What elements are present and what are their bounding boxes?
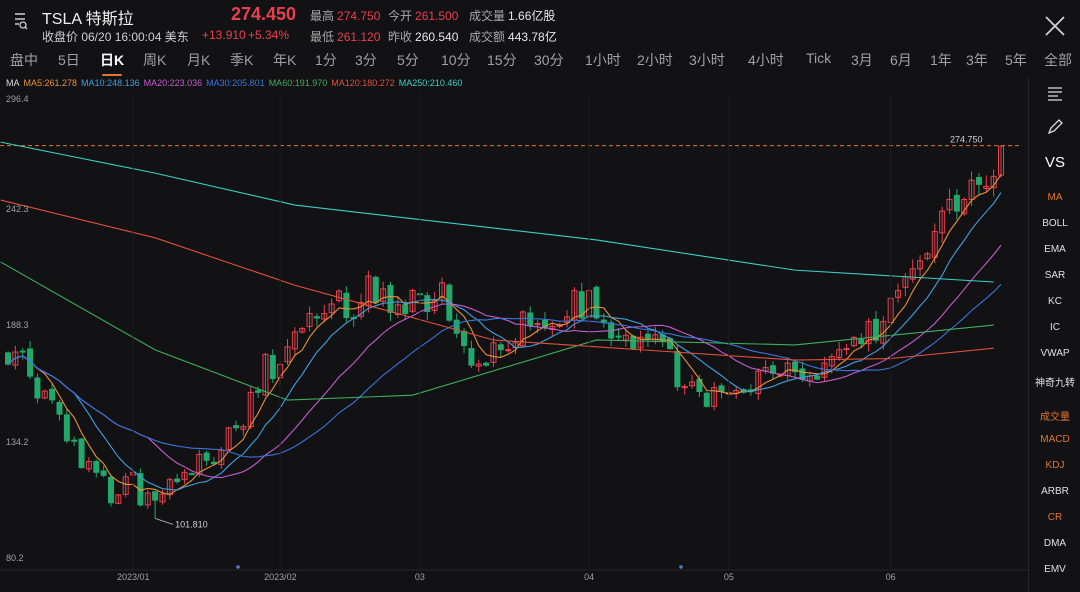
candle-down — [387, 285, 394, 313]
candle-down — [269, 354, 276, 380]
ma120-line — [0, 199, 994, 361]
event-dot — [679, 565, 683, 569]
indicator-11[interactable]: KDJ — [1029, 460, 1080, 471]
ma60-line — [0, 261, 994, 401]
indicator-15[interactable]: EMV — [1029, 564, 1080, 575]
candle-up — [843, 348, 850, 351]
indicator-3[interactable]: EMA — [1029, 244, 1080, 255]
candle-down — [483, 362, 490, 366]
x-axis-label: 03 — [414, 572, 425, 582]
low-marker-leader — [154, 517, 174, 525]
indicator-9[interactable]: 成交量 — [1029, 408, 1080, 423]
candle-down — [93, 461, 100, 473]
x-axis-label: 2023/01 — [117, 572, 150, 582]
candle-down — [49, 388, 56, 401]
y-axis-label: 134.2 — [6, 436, 29, 447]
candle-down — [674, 351, 681, 388]
candle-down — [718, 385, 725, 392]
candle-down — [313, 316, 320, 319]
candle-down — [593, 286, 600, 319]
indicator-sidebar: VS MA BOLL EMA SAR KC IC VWAP 神奇九转成交量 MACD KDJ ARBR… — [1028, 78, 1080, 592]
candle-down — [152, 491, 159, 501]
indicator-12[interactable]: ARBR — [1029, 486, 1080, 497]
y-axis-label: 188.3 — [6, 320, 29, 330]
candle-down — [703, 392, 710, 407]
candlestick-chart[interactable]: 274.750 101.810 — [0, 0, 1028, 592]
indicator-8[interactable]: 神奇九转 — [1029, 374, 1080, 389]
list-icon[interactable] — [1029, 84, 1080, 102]
candle-down — [34, 377, 41, 399]
ma250-line — [0, 141, 994, 283]
candle-down — [497, 344, 504, 351]
candle-down — [630, 335, 637, 350]
candle-down — [56, 401, 63, 415]
candle-down — [100, 470, 107, 476]
candle-down — [174, 478, 181, 483]
indicator-13[interactable]: CR — [1029, 512, 1080, 523]
candle-down — [19, 350, 26, 353]
candle-down — [644, 333, 651, 340]
y-axis-label: 242.3 — [6, 203, 29, 214]
ma20-line — [7, 244, 1002, 479]
indicator-14[interactable]: DMA — [1029, 538, 1080, 549]
candle-down — [255, 390, 262, 393]
candle-down — [188, 473, 195, 476]
indicator-6[interactable]: IC — [1029, 322, 1080, 333]
x-axis-label: 06 — [885, 572, 896, 582]
candle-down — [453, 319, 460, 334]
candle-down — [461, 330, 468, 347]
candle-down — [858, 338, 865, 345]
x-axis-label: 2023/02 — [264, 572, 297, 582]
candle-down — [71, 439, 78, 442]
candle-down — [63, 414, 70, 442]
x-axis-label: 05 — [723, 572, 734, 582]
candle-down — [402, 304, 409, 314]
candle-down — [78, 438, 85, 469]
candle-down — [107, 476, 114, 504]
close-icon[interactable] — [1043, 14, 1067, 38]
tab-23[interactable]: 全部 — [1044, 50, 1072, 70]
candle-down — [343, 292, 350, 319]
indicator-7[interactable]: VWAP — [1029, 348, 1080, 359]
y-axis-label: 296.4 — [6, 94, 29, 104]
candle-down — [975, 176, 982, 185]
candle-down — [372, 276, 379, 303]
indicator-10[interactable]: MACD — [1029, 434, 1080, 445]
candle-up — [505, 349, 512, 352]
candle-down — [203, 452, 210, 461]
y-axis-label: 80.2 — [6, 553, 24, 563]
candle-down — [953, 194, 960, 212]
event-dot — [236, 565, 240, 569]
pencil-icon[interactable] — [1029, 116, 1080, 136]
ma30-line — [7, 283, 1002, 458]
indicator-0[interactable]: VS — [1029, 154, 1080, 171]
candle-down — [814, 375, 821, 380]
candle-down — [615, 335, 622, 338]
low-marker-label: 101.810 — [175, 519, 208, 529]
indicator-5[interactable]: KC — [1029, 296, 1080, 307]
indicator-4[interactable]: SAR — [1029, 270, 1080, 281]
indicator-1[interactable]: MA — [1029, 192, 1080, 203]
x-axis-label: 04 — [584, 572, 595, 582]
indicator-2[interactable]: BOLL — [1029, 218, 1080, 229]
candle-down — [527, 312, 534, 327]
high-marker-label: 274.750 — [950, 135, 983, 145]
candle-down — [233, 425, 240, 429]
candle-down — [468, 348, 475, 366]
